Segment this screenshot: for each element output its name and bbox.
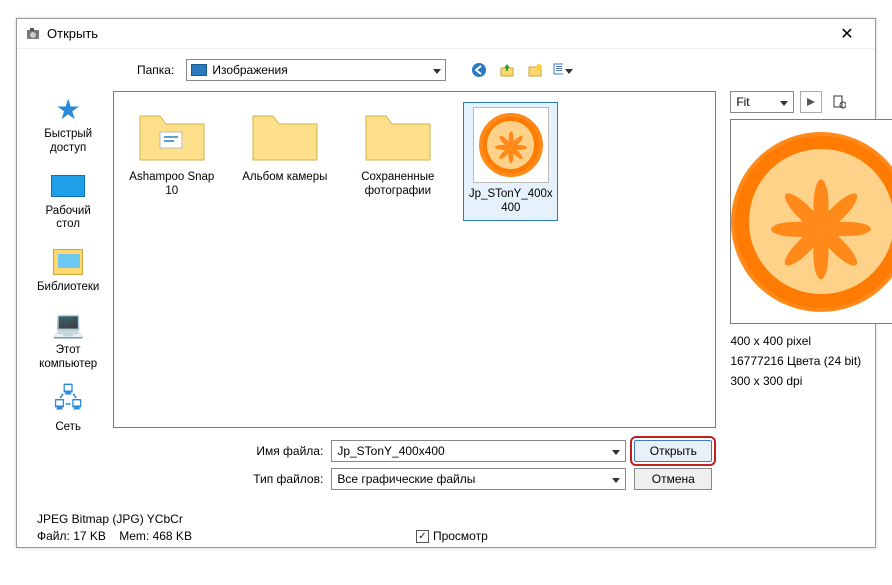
- folder-label: Папка:: [137, 63, 174, 77]
- chevron-down-icon: [612, 472, 620, 486]
- chevron-down-icon: [433, 63, 441, 77]
- sidebar-item-label: Сеть: [55, 421, 81, 435]
- open-file-dialog: Открыть ✕ Папка: Изображения ★ Быстрый д…: [16, 18, 876, 548]
- new-folder-button[interactable]: [524, 59, 546, 81]
- titlebar: Открыть ✕: [17, 19, 875, 49]
- network-icon: 🖧: [50, 386, 86, 418]
- image-thumbnail: [473, 107, 549, 183]
- close-button[interactable]: ✕: [827, 20, 867, 48]
- status-file-size: Файл: 17 KB Mem: 468 KB: [37, 529, 192, 543]
- filetype-dropdown[interactable]: Все графические файлы: [331, 468, 626, 490]
- sidebar-item-label: Библиотеки: [37, 281, 99, 295]
- status-bar: JPEG Bitmap (JPG) YCbCr Файл: 17 KB Mem:…: [17, 506, 875, 547]
- filetype-value: Все графические файлы: [337, 472, 475, 486]
- folder-icon: [362, 106, 434, 166]
- app-icon: [25, 26, 41, 42]
- file-item-label: Альбом камеры: [242, 170, 327, 184]
- sidebar-item-this-pc[interactable]: 💻 Этот компьютер: [37, 309, 99, 372]
- cancel-button[interactable]: Отмена: [634, 468, 712, 490]
- file-item-label: Ashampoo Snap 10: [128, 170, 215, 199]
- checkbox-icon: ✓: [416, 530, 429, 543]
- sidebar-item-desktop[interactable]: Рабочий стол: [37, 170, 99, 233]
- chevron-down-icon: [780, 95, 788, 109]
- meta-dpi: 300 x 300 dpi: [730, 374, 892, 388]
- file-item-label: Сохраненные фотографии: [354, 170, 441, 199]
- desktop-icon: [50, 170, 86, 202]
- folder-toolbar: Папка: Изображения: [17, 49, 875, 91]
- pictures-folder-icon: [191, 64, 207, 76]
- file-item-folder[interactable]: Ashampoo Snap 10: [124, 102, 219, 203]
- chevron-down-icon: [612, 444, 620, 458]
- file-list-view[interactable]: Ashampoo Snap 10 Альбом камеры Сохраненн…: [113, 91, 716, 428]
- folder-dropdown[interactable]: Изображения: [186, 59, 446, 81]
- chevron-down-icon: [565, 63, 573, 77]
- status-format: JPEG Bitmap (JPG) YCbCr: [37, 512, 855, 526]
- preview-panel: Fit 400 x 400 pixel 16777216 Цвета (24 b…: [730, 91, 892, 500]
- up-folder-button[interactable]: [496, 59, 518, 81]
- places-sidebar: ★ Быстрый доступ Рабочий стол Библиотеки…: [37, 91, 99, 500]
- image-metadata: 400 x 400 pixel 16777216 Цвета (24 bit) …: [730, 334, 892, 388]
- sidebar-item-network[interactable]: 🖧 Сеть: [50, 386, 86, 435]
- meta-dimensions: 400 x 400 pixel: [730, 334, 892, 348]
- meta-colors: 16777216 Цвета (24 bit): [730, 354, 892, 368]
- sidebar-item-label: Этот компьютер: [37, 344, 99, 372]
- main-area: ★ Быстрый доступ Рабочий стол Библиотеки…: [17, 91, 875, 506]
- play-button[interactable]: [800, 91, 822, 113]
- folder-icon: [249, 106, 321, 166]
- folder-icon: [136, 106, 208, 166]
- file-item-label: Jp_STonY_400x400: [468, 187, 553, 216]
- sidebar-item-label: Быстрый доступ: [37, 128, 99, 156]
- computer-icon: 💻: [50, 309, 86, 341]
- filename-value: Jp_STonY_400x400: [337, 444, 444, 458]
- preview-image: [730, 119, 892, 324]
- sidebar-item-quick-access[interactable]: ★ Быстрый доступ: [37, 93, 99, 156]
- open-button[interactable]: Открыть: [634, 440, 712, 462]
- preview-checkbox[interactable]: ✓ Просмотр: [416, 529, 488, 543]
- folder-current: Изображения: [212, 63, 287, 77]
- filename-input[interactable]: Jp_STonY_400x400: [331, 440, 626, 462]
- sidebar-item-label: Рабочий стол: [37, 205, 99, 233]
- view-menu-button[interactable]: [552, 59, 574, 81]
- file-item-image-selected[interactable]: Jp_STonY_400x400: [463, 102, 558, 221]
- dialog-title: Открыть: [47, 26, 827, 41]
- file-item-folder[interactable]: Альбом камеры: [237, 102, 332, 188]
- sidebar-item-libraries[interactable]: Библиотеки: [37, 246, 99, 295]
- zoom-fit-dropdown[interactable]: Fit: [730, 91, 794, 113]
- libraries-icon: [50, 246, 86, 278]
- back-button[interactable]: [468, 59, 490, 81]
- file-item-folder[interactable]: Сохраненные фотографии: [350, 102, 445, 203]
- print-preview-button[interactable]: [828, 91, 850, 113]
- filename-label: Имя файла:: [233, 444, 323, 458]
- filetype-label: Тип файлов:: [233, 472, 323, 486]
- star-icon: ★: [50, 93, 86, 125]
- file-selection-rows: Имя файла: Jp_STonY_400x400 Открыть Тип …: [113, 436, 716, 500]
